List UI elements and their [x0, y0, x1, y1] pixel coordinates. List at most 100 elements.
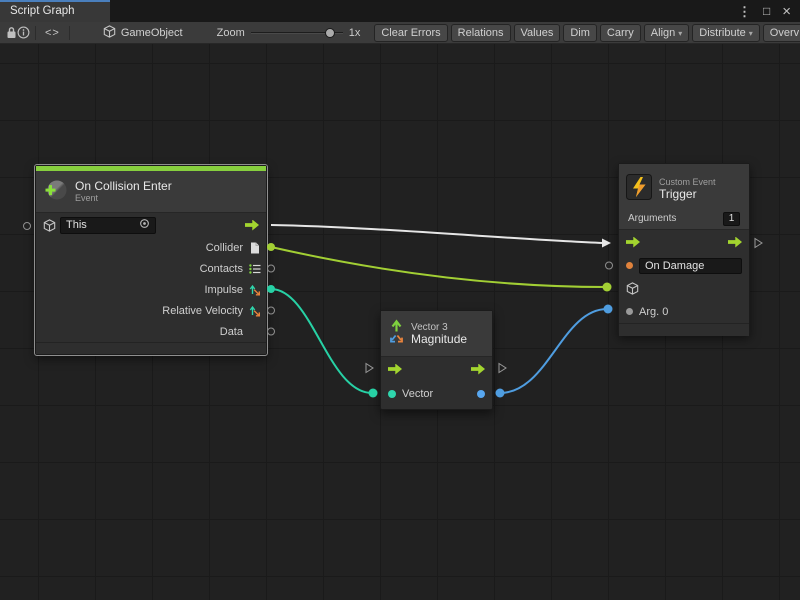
align-dropdown[interactable]: Align ▾	[644, 24, 689, 42]
flow-output-arrow-icon[interactable]	[245, 220, 259, 231]
node-trigger-custom-event[interactable]: Custom Event Trigger Arguments 1 On Dama…	[618, 163, 750, 335]
port-target-input[interactable]	[24, 223, 31, 230]
node-vector3-magnitude[interactable]: Vector 3 Magnitude Vector	[380, 310, 493, 410]
dim-button[interactable]: Dim	[563, 24, 597, 42]
port-label: Vector	[402, 388, 433, 400]
zoom-control: Zoom 1x	[217, 27, 361, 39]
node-header-text: Vector 3 Magnitude	[411, 322, 467, 346]
arg0-row[interactable]: Arg. 0	[619, 300, 749, 323]
button-label: Align	[651, 27, 675, 39]
carry-button[interactable]: Carry	[600, 24, 641, 42]
event-name-port-icon[interactable]	[626, 262, 633, 269]
zoom-label: Zoom	[217, 27, 245, 39]
zoom-slider-knob[interactable]	[325, 28, 335, 38]
node-header[interactable]: Custom Event Trigger	[619, 164, 749, 208]
node-footer	[619, 323, 749, 336]
cube-icon	[626, 282, 639, 295]
chevron-down-icon: ▾	[749, 29, 753, 38]
toolbar-divider	[35, 26, 36, 40]
chevron-down-icon: ▾	[678, 29, 682, 38]
flow-input-arrow-icon[interactable]	[388, 364, 402, 375]
wire-arrowhead-icon	[602, 239, 611, 248]
node-footer	[36, 342, 266, 354]
info-icon[interactable]	[17, 24, 30, 42]
output-row-impulse[interactable]: Impulse	[36, 279, 266, 300]
port-event-flow-out[interactable]	[755, 239, 762, 248]
lightning-icon	[626, 174, 652, 203]
lock-icon[interactable]	[6, 24, 17, 42]
event-name-field[interactable]: On Damage	[639, 258, 742, 274]
wire-collider-target[interactable]	[271, 247, 606, 287]
port-label: Impulse	[204, 284, 243, 296]
vector3-icon	[389, 319, 404, 349]
flow-row	[619, 230, 749, 254]
arg0-port-icon[interactable]	[626, 308, 633, 315]
button-label: Relations	[458, 27, 504, 39]
zoom-slider[interactable]	[251, 27, 343, 39]
event-target-row[interactable]	[619, 277, 749, 300]
port-magnitude-output-edge[interactable]	[496, 389, 505, 398]
port-vector-flow-in[interactable]	[366, 364, 373, 373]
flow-output-arrow-icon[interactable]	[471, 364, 485, 375]
port-relative-velocity-output[interactable]	[268, 307, 275, 314]
node-category: Custom Event	[659, 177, 716, 188]
close-icon[interactable]: ×	[782, 4, 791, 19]
port-vector-flow-out[interactable]	[499, 364, 506, 373]
document-icon	[248, 241, 261, 254]
event-name-row: On Damage	[619, 254, 749, 277]
distribute-dropdown[interactable]: Distribute ▾	[692, 24, 759, 42]
edit-script-icon[interactable]: <>	[41, 27, 64, 39]
node-category: Vector 3	[411, 322, 467, 333]
node-on-collision-enter[interactable]: On Collision Enter Event This Collider	[35, 165, 267, 355]
arguments-count-field[interactable]: 1	[723, 212, 740, 226]
port-label: Collider	[206, 242, 243, 254]
port-event-target-input[interactable]	[603, 283, 612, 292]
node-header[interactable]: Vector 3 Magnitude	[381, 311, 492, 357]
maximize-icon[interactable]: □	[763, 5, 770, 17]
cube-icon	[43, 219, 56, 232]
relations-button[interactable]: Relations	[451, 24, 511, 42]
output-row-contacts[interactable]: Contacts	[36, 258, 266, 279]
node-title: Trigger	[659, 188, 716, 201]
port-impulse-output[interactable]	[267, 285, 275, 293]
target-row: This	[36, 213, 266, 237]
port-contacts-output[interactable]	[268, 265, 275, 272]
button-label: Dim	[570, 27, 590, 39]
graph-canvas[interactable]: On Collision Enter Event This Collider	[0, 44, 800, 600]
button-label: Clear Errors	[381, 27, 440, 39]
toolbar-divider	[69, 26, 70, 40]
gameobject-reference[interactable]: GameObject	[103, 25, 183, 41]
port-data-output[interactable]	[268, 328, 275, 335]
tab-script-graph[interactable]: Script Graph	[0, 0, 110, 22]
graph-toolbar: <> GameObject Zoom 1x Clear Errors Relat…	[0, 22, 800, 44]
magnitude-output-port-icon[interactable]	[477, 390, 485, 398]
node-header-text: On Collision Enter Event	[75, 180, 172, 204]
port-vector-input-edge[interactable]	[369, 389, 378, 398]
node-subtitle: Event	[75, 193, 172, 204]
port-arg0-input[interactable]	[604, 305, 613, 314]
flow-row	[381, 357, 492, 381]
button-label: Overv	[770, 27, 799, 39]
wire-magnitude-arg0[interactable]	[500, 309, 607, 393]
target-field[interactable]: This	[60, 217, 156, 234]
button-label: Values	[521, 27, 554, 39]
values-button[interactable]: Values	[514, 24, 561, 42]
wire-trigger-flow[interactable]	[271, 225, 603, 243]
vector-input-row[interactable]: Vector	[381, 381, 492, 407]
output-row-data[interactable]: Data	[36, 321, 266, 342]
flow-input-arrow-icon[interactable]	[626, 237, 640, 248]
output-row-relative-velocity[interactable]: Relative Velocity	[36, 300, 266, 321]
node-header[interactable]: On Collision Enter Event	[36, 171, 266, 213]
object-picker-icon[interactable]	[139, 218, 150, 232]
port-collider-output[interactable]	[267, 243, 275, 251]
vector-input-port-icon[interactable]	[388, 390, 396, 398]
arguments-value: 1	[729, 213, 735, 224]
clear-errors-button[interactable]: Clear Errors	[374, 24, 447, 42]
window-menu-icon[interactable]: ⋮	[738, 5, 751, 18]
output-row-collider[interactable]: Collider	[36, 237, 266, 258]
wire-impulse-vector[interactable]	[271, 289, 372, 393]
flow-output-arrow-icon[interactable]	[728, 237, 742, 248]
list-icon	[248, 262, 261, 275]
port-event-name-input[interactable]	[606, 262, 613, 269]
overview-button[interactable]: Overv	[763, 24, 800, 42]
